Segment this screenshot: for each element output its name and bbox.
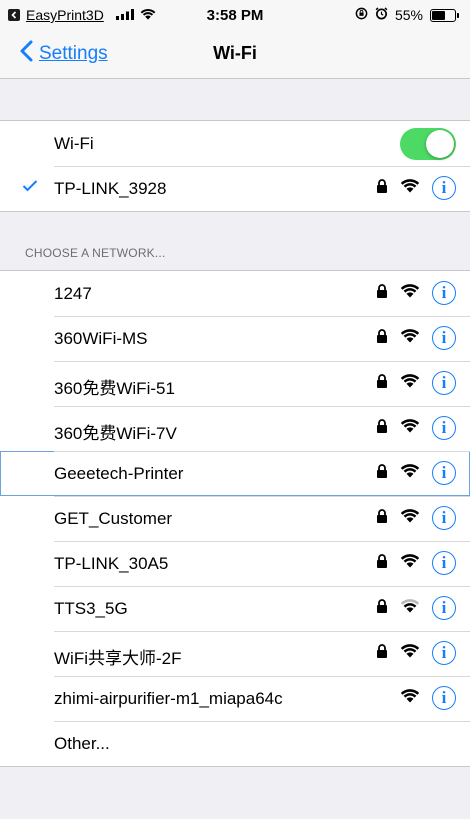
page-title: Wi-Fi xyxy=(213,43,257,63)
wifi-icon xyxy=(400,643,420,663)
network-row[interactable]: GET_Customer i xyxy=(0,496,470,541)
rotation-lock-icon xyxy=(355,7,368,23)
network-row[interactable]: zhimi-airpurifier-m1_miapa64c i xyxy=(0,676,470,721)
network-list: 1247 i 360WiFi-MS i 360免费WiFi-51 i 360免费WiF… xyxy=(0,270,470,767)
connected-network-icons: i xyxy=(376,176,456,200)
other-network-row[interactable]: Other... xyxy=(0,721,470,766)
network-icons: i xyxy=(376,416,456,440)
wifi-toggle[interactable] xyxy=(400,128,456,160)
network-icons: i xyxy=(376,326,456,350)
network-row[interactable]: TTS3_5G i xyxy=(0,586,470,631)
info-icon[interactable]: i xyxy=(432,686,456,710)
network-name: GET_Customer xyxy=(54,509,173,528)
network-name: TTS3_5G xyxy=(54,599,128,618)
lock-icon xyxy=(376,643,388,663)
status-right: 55% xyxy=(355,7,459,23)
network-row[interactable]: 1247 i xyxy=(0,271,470,316)
wifi-toggle-row: Wi-Fi xyxy=(0,121,470,166)
nav-bar: Settings Wi-Fi xyxy=(0,30,470,79)
network-name: zhimi-airpurifier-m1_miapa64c xyxy=(54,689,283,708)
checkmark-icon xyxy=(22,179,38,197)
wifi-icon xyxy=(400,508,420,528)
battery-fill xyxy=(432,10,446,20)
info-icon[interactable]: i xyxy=(432,641,456,665)
network-row[interactable]: WiFi共享大师-2F i xyxy=(0,631,470,676)
network-row[interactable]: 360WiFi-MS i xyxy=(0,316,470,361)
lock-icon xyxy=(376,463,388,483)
network-icons: i xyxy=(376,641,456,665)
info-icon[interactable]: i xyxy=(432,551,456,575)
network-icons: i xyxy=(376,281,456,305)
wifi-icon xyxy=(400,418,420,438)
lock-icon xyxy=(376,508,388,528)
network-name: 360免费WiFi-7V xyxy=(54,424,177,443)
network-icons: i xyxy=(376,371,456,395)
network-icons: i xyxy=(376,551,456,575)
network-name: 1247 xyxy=(54,284,92,303)
wifi-icon xyxy=(400,463,420,483)
wifi-toggle-knob xyxy=(426,130,454,158)
lock-icon xyxy=(376,553,388,573)
info-icon[interactable]: i xyxy=(432,596,456,620)
network-row[interactable]: 360免费WiFi-51 i xyxy=(0,361,470,406)
info-icon[interactable]: i xyxy=(432,326,456,350)
section-header: CHOOSE A NETWORK... xyxy=(25,246,166,260)
info-icon[interactable]: i xyxy=(432,416,456,440)
info-icon[interactable]: i xyxy=(432,176,456,200)
lock-icon xyxy=(376,283,388,303)
wifi-group: Wi-Fi TP-LINK_3928 i xyxy=(0,120,470,212)
status-bar: EasyPrint3D 3:58 PM 55% xyxy=(0,0,470,30)
wifi-icon xyxy=(400,178,420,198)
info-icon[interactable]: i xyxy=(432,461,456,485)
info-icon[interactable]: i xyxy=(432,281,456,305)
network-name: 360免费WiFi-51 xyxy=(54,379,175,398)
alarm-icon xyxy=(375,7,388,23)
network-icons: i xyxy=(376,461,456,485)
connected-network-row[interactable]: TP-LINK_3928 i xyxy=(0,166,470,211)
other-network-label: Other... xyxy=(54,734,110,753)
lock-icon xyxy=(376,598,388,618)
wifi-icon xyxy=(400,283,420,303)
lock-icon xyxy=(376,178,388,198)
network-icons: i xyxy=(376,596,456,620)
network-row[interactable]: Geeetech-Printer i xyxy=(0,451,470,496)
wifi-icon xyxy=(400,553,420,573)
lock-icon xyxy=(376,373,388,393)
network-name: Geeetech-Printer xyxy=(54,464,184,483)
wifi-label: Wi-Fi xyxy=(54,134,94,153)
network-name: TP-LINK_30A5 xyxy=(54,554,169,573)
network-icons: i xyxy=(400,686,456,710)
lock-icon xyxy=(376,328,388,348)
wifi-icon xyxy=(400,688,420,708)
info-icon[interactable]: i xyxy=(432,506,456,530)
lock-icon xyxy=(376,418,388,438)
wifi-icon xyxy=(400,373,420,393)
network-name: WiFi共享大师-2F xyxy=(54,649,182,668)
network-row[interactable]: 360免费WiFi-7V i xyxy=(0,406,470,451)
connected-network-name: TP-LINK_3928 xyxy=(54,179,167,198)
network-icons: i xyxy=(376,506,456,530)
battery-icon xyxy=(430,8,459,22)
network-row[interactable]: TP-LINK_30A5 i xyxy=(0,541,470,586)
battery-percent: 55% xyxy=(394,7,423,23)
info-icon[interactable]: i xyxy=(432,371,456,395)
wifi-icon xyxy=(400,598,420,618)
wifi-icon xyxy=(400,328,420,348)
network-name: 360WiFi-MS xyxy=(54,329,148,348)
